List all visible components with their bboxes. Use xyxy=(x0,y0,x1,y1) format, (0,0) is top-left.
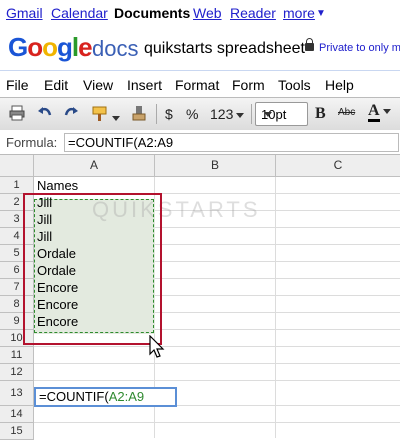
print-button[interactable] xyxy=(8,104,26,124)
font-size-dropdown-icon xyxy=(264,112,272,117)
web-link[interactable]: Web xyxy=(193,5,222,21)
spreadsheet-grid[interactable]: A B C 1 2 3 4 5 6 7 8 9 10 11 12 13 14 1… xyxy=(0,155,400,440)
title-row: Google docs quikstarts spreadsheet Priva… xyxy=(0,28,400,68)
grid-line xyxy=(275,177,276,438)
mouse-pointer-icon xyxy=(149,335,165,358)
text-color-button[interactable]: A xyxy=(368,103,391,123)
menu-insert[interactable]: Insert xyxy=(127,77,162,93)
number-format-label: 123 xyxy=(210,106,234,122)
menu-file[interactable]: File xyxy=(6,77,29,93)
privacy-link[interactable]: Private to only m xyxy=(319,42,400,54)
font-size-select[interactable]: 10pt xyxy=(255,102,308,126)
paint-format-dropdown-icon xyxy=(112,116,120,122)
edit-formula-range: A2:A9 xyxy=(108,389,145,404)
more-chevron-icon[interactable]: ▼ xyxy=(316,8,326,19)
redo-button[interactable] xyxy=(62,104,80,124)
row-header[interactable]: 1 xyxy=(0,177,34,194)
menu-view[interactable]: View xyxy=(83,77,113,93)
gmail-link[interactable]: Gmail xyxy=(6,5,43,21)
text-color-dropdown-icon xyxy=(382,109,391,115)
grid-line xyxy=(34,422,400,423)
formula-bar: Formula: =COUNTIF(A2:A9 xyxy=(0,130,400,155)
grid-line xyxy=(34,380,400,381)
select-all-corner[interactable] xyxy=(0,155,34,177)
document-title[interactable]: quikstarts spreadsheet xyxy=(144,40,305,58)
edit-formula-prefix: =COUNTIF( xyxy=(39,389,109,404)
currency-format-button[interactable]: $ xyxy=(165,106,173,126)
menu-help[interactable]: Help xyxy=(325,77,354,93)
row-header[interactable]: 13 xyxy=(0,381,34,406)
cell-a13-editor[interactable]: =COUNTIF(A2:A9 xyxy=(34,387,177,407)
toolbar-divider xyxy=(251,104,252,124)
menu-form[interactable]: Form xyxy=(232,77,265,93)
reader-link[interactable]: Reader xyxy=(230,5,276,21)
undo-icon xyxy=(38,107,52,116)
documents-link[interactable]: Documents xyxy=(114,5,190,21)
paint-format-icon xyxy=(92,106,107,121)
cell-a1[interactable]: Names xyxy=(37,177,78,194)
toolbar-divider xyxy=(156,104,157,124)
undo-button[interactable] xyxy=(36,104,54,124)
grid-line xyxy=(34,363,400,364)
paint-format-button[interactable] xyxy=(91,104,120,124)
toolbar: $ % 123 10pt B Abc A xyxy=(0,97,400,131)
column-header-b[interactable]: B xyxy=(155,155,276,177)
row-header[interactable]: 14 xyxy=(0,406,34,423)
number-format-dropdown-icon xyxy=(236,112,245,118)
column-header-a[interactable]: A xyxy=(34,155,155,177)
more-link[interactable]: more xyxy=(283,5,315,21)
formula-input[interactable]: =COUNTIF(A2:A9 xyxy=(64,133,399,152)
redo-icon xyxy=(64,107,78,116)
highlight-box xyxy=(23,193,162,345)
column-header-c[interactable]: C xyxy=(276,155,400,177)
google-bar: Gmail Calendar Documents Web Reader more… xyxy=(0,0,400,28)
text-color-label: A xyxy=(368,103,380,122)
print-icon xyxy=(9,105,25,121)
docs-product-name: docs xyxy=(92,36,139,61)
calendar-link[interactable]: Calendar xyxy=(51,5,108,21)
number-format-button[interactable]: 123 xyxy=(210,106,245,126)
percent-format-button[interactable]: % xyxy=(186,106,198,126)
row-header[interactable]: 15 xyxy=(0,423,34,440)
menu-edit[interactable]: Edit xyxy=(44,77,68,93)
clear-format-button[interactable] xyxy=(130,104,148,124)
google-logo[interactable]: Google xyxy=(8,32,93,63)
menu-tools[interactable]: Tools xyxy=(278,77,311,93)
strikethrough-button[interactable]: Abc xyxy=(338,107,355,127)
row-header[interactable]: 11 xyxy=(0,347,34,364)
menu-bar: File Edit View Insert Format Form Tools … xyxy=(0,70,400,97)
row-header[interactable]: 12 xyxy=(0,364,34,381)
grid-line xyxy=(34,346,400,347)
menu-format[interactable]: Format xyxy=(175,77,219,93)
lock-icon xyxy=(305,38,314,51)
formula-label: Formula: xyxy=(6,135,58,150)
clear-format-icon xyxy=(132,106,146,121)
bold-button[interactable]: B xyxy=(315,105,326,125)
